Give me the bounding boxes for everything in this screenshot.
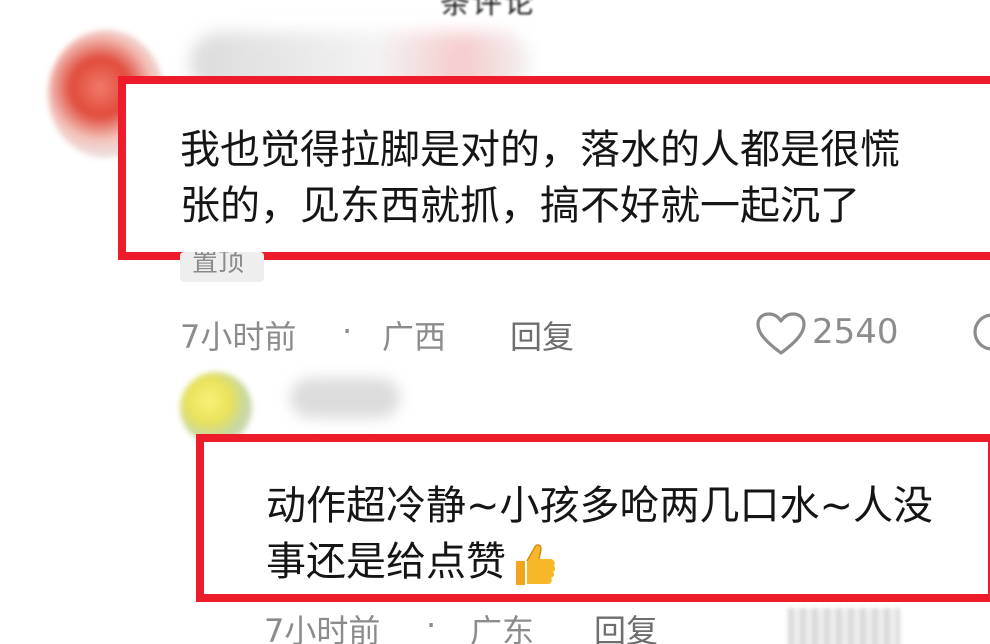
comment-line: 动作超冷静~小孩多呛两几口水~人没 [266,483,934,529]
comment-highlight-box: 我也觉得拉脚是对的，落水的人都是很慌 张的，见东西就抓，搞不好就一起沉了 [118,76,990,260]
comment-icon[interactable] [970,310,990,354]
comment-line: 我也觉得拉脚是对的，落水的人都是很慌 [180,127,900,173]
comment-line-wrapper: 事还是给点赞 [266,534,933,590]
comment-time: 7小时前 [264,612,381,644]
reply-button[interactable]: 回复 [594,606,658,644]
comment-time: 7小时前 [180,318,297,356]
comment-highlight-box: 动作超冷静~小孩多呛两几口水~人没 事还是给点赞 [196,434,990,602]
username-blurred[interactable] [290,378,400,418]
meta-separator: · [426,606,437,644]
pinned-badge: 置顶 [180,252,264,282]
comment-line: 张的，见东西就抓，搞不好就一起沉了 [180,183,860,229]
comment-region: 广西 [382,318,447,356]
comment-screen: 条评论 我也觉得拉脚是对的，落水的人都是很慌 张的，见东西就抓，搞不好就一起沉了… [0,0,990,644]
like-count: 2540 [812,312,899,352]
comment-text[interactable]: 动作超冷静~小孩多呛两几口水~人没 事还是给点赞 [266,478,933,590]
comments-header: 条评论 [440,0,536,21]
heart-icon [756,312,806,355]
pinned-label: 置顶 [192,252,245,278]
thumbs-up-icon [516,544,556,585]
meta-separator: · [342,312,353,350]
comment-line: 事还是给点赞 [266,539,506,585]
comment-region: 广东 [470,612,535,644]
comment-text[interactable]: 我也觉得拉脚是对的，落水的人都是很慌 张的，见东西就抓，搞不好就一起沉了 [180,122,900,234]
reply-button[interactable]: 回复 [510,312,574,358]
like-area-blurred[interactable] [788,608,900,644]
